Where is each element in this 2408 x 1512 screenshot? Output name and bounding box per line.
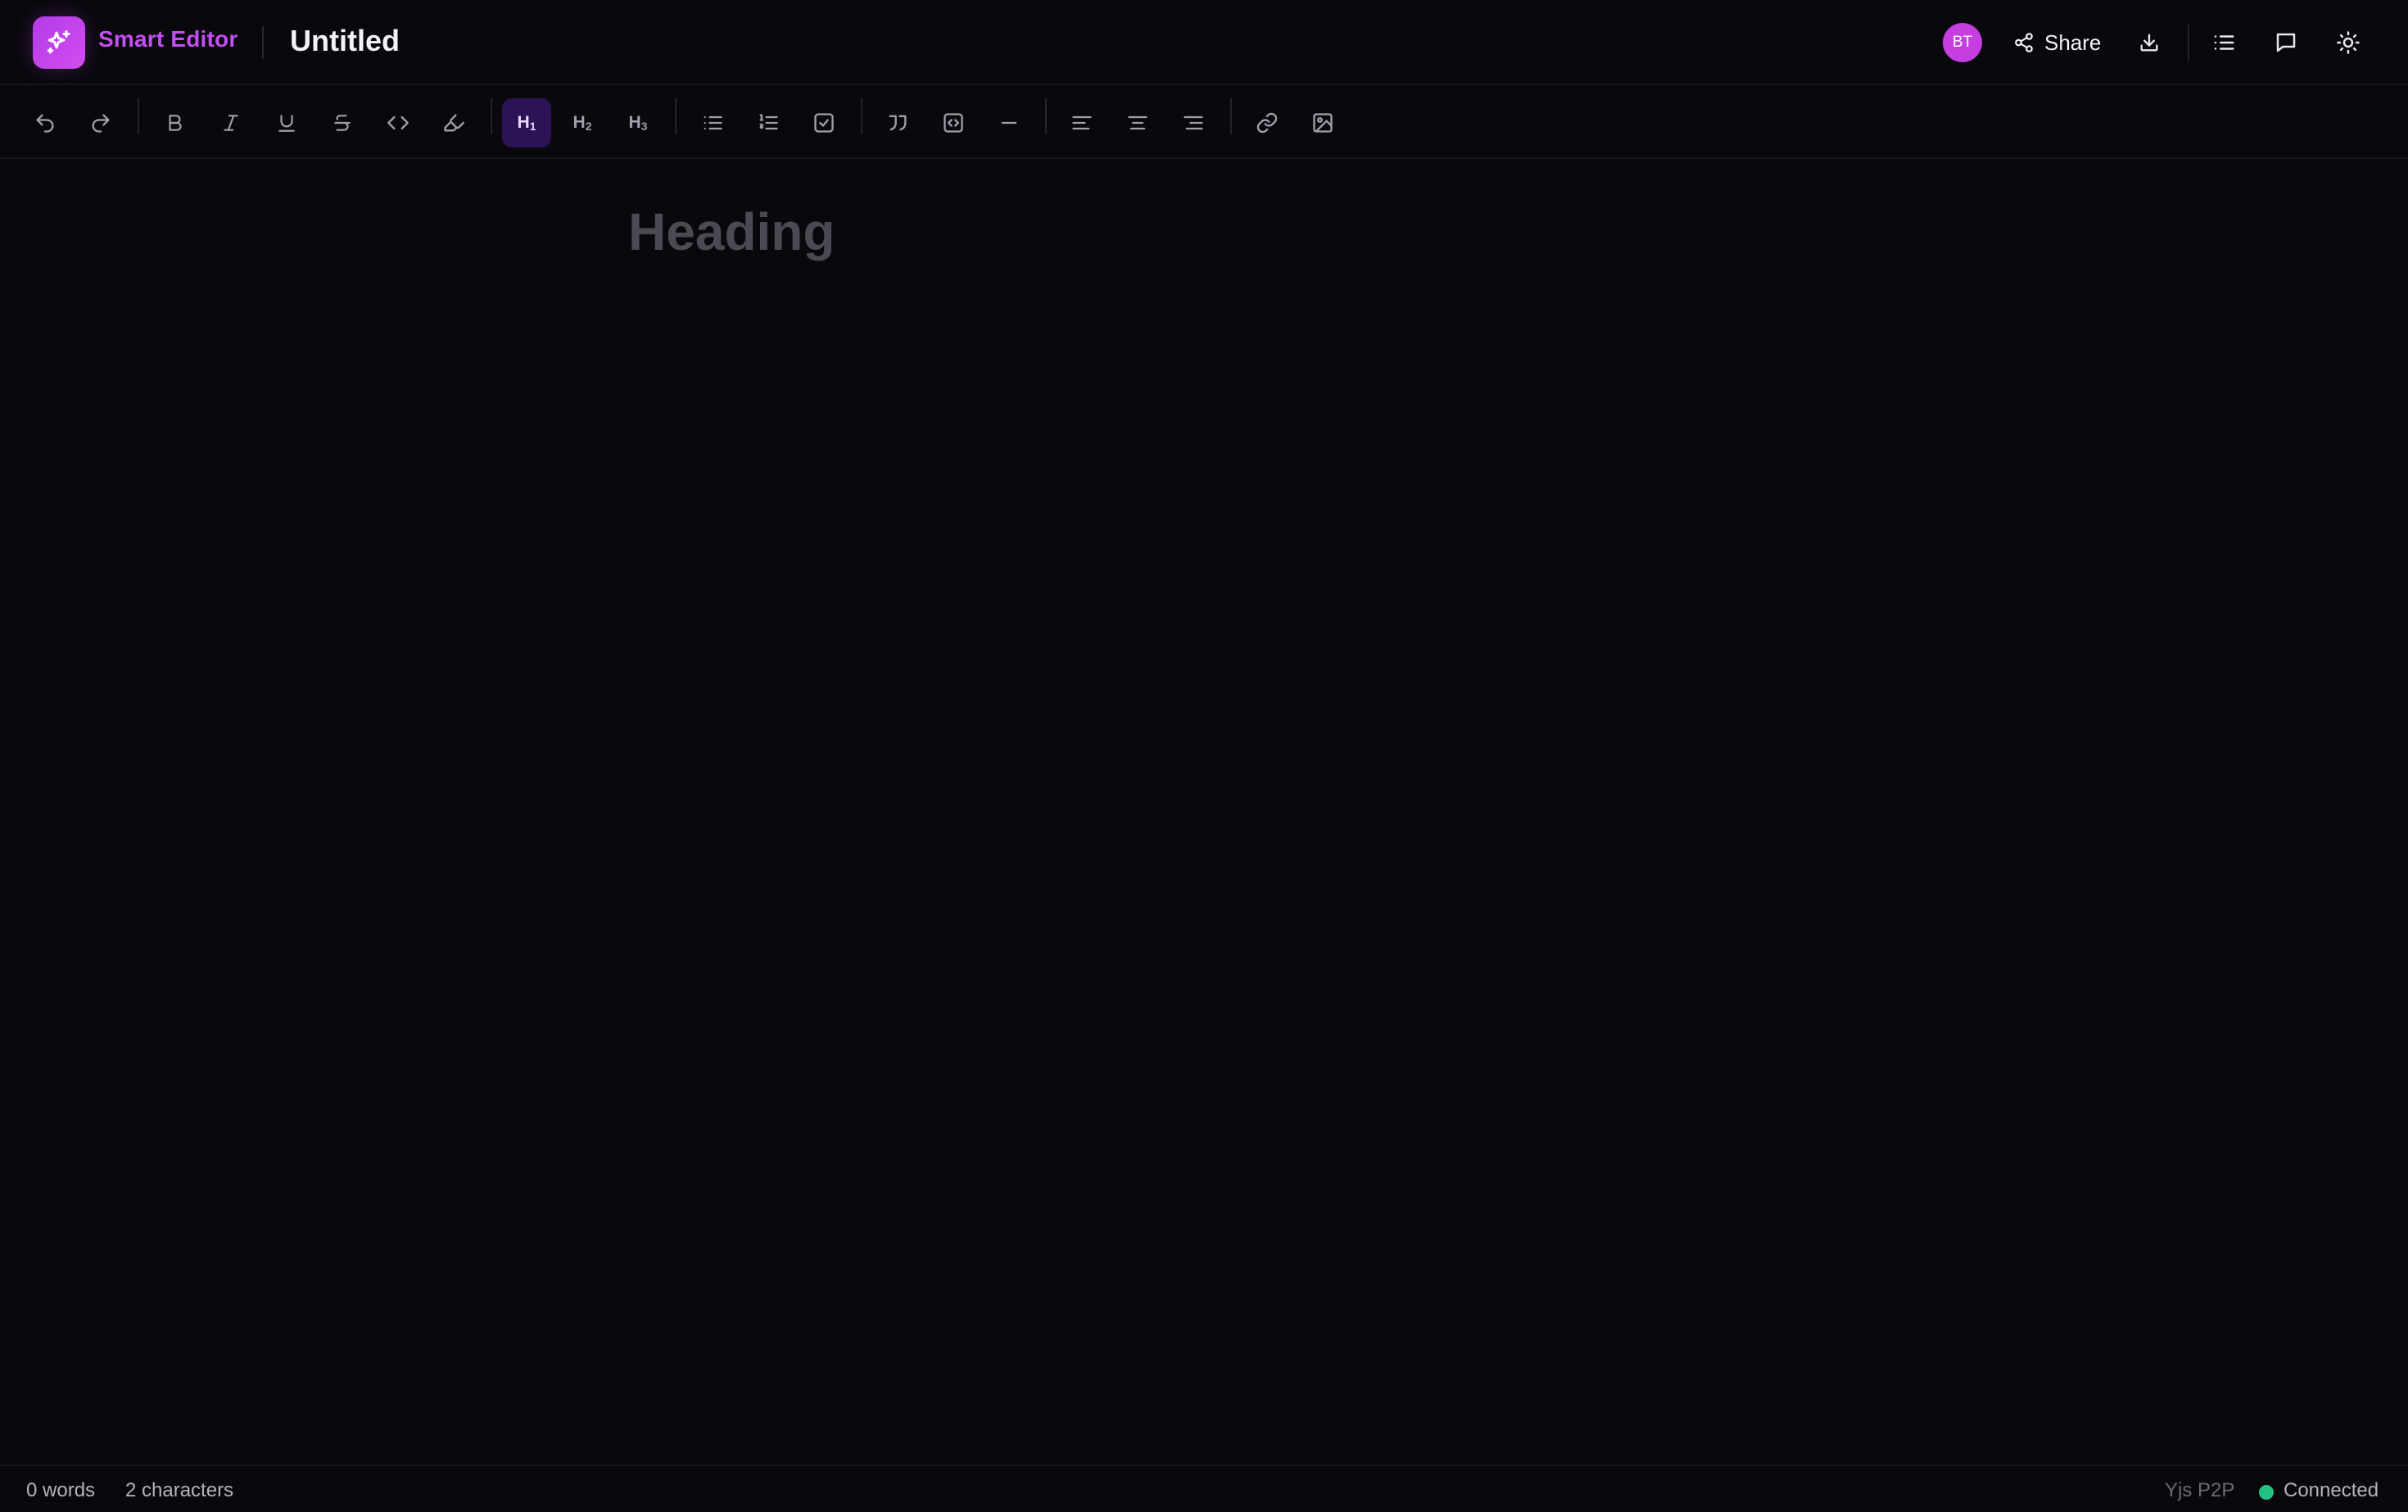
image-button[interactable]: [1298, 98, 1347, 147]
sync-provider: Yjs P2P: [2165, 1479, 2235, 1501]
editor-app: Smart Editor Untitled BT Share H1 H2 H3 …: [0, 0, 2408, 1512]
heading-3-button[interactable]: H3: [613, 98, 663, 147]
code-block-icon: [944, 113, 963, 133]
highlight-icon: [444, 114, 464, 132]
undo-icon: [36, 114, 54, 133]
undo-button[interactable]: [20, 98, 70, 147]
horizontal-rule-icon: [1001, 121, 1017, 124]
outline-button[interactable]: [2204, 23, 2243, 62]
underline-button[interactable]: [262, 98, 311, 147]
character-count: 2 characters: [125, 1479, 234, 1501]
toolbar-divider: [491, 98, 492, 134]
horizontal-rule-button[interactable]: [984, 98, 1034, 147]
toolbar-divider: [675, 98, 677, 134]
app-logo[interactable]: [33, 16, 85, 69]
italic-button[interactable]: [206, 98, 256, 147]
bullet-list-icon: [704, 115, 722, 130]
code-icon: [387, 115, 409, 130]
link-icon: [1256, 112, 1278, 134]
editor-content[interactable]: Heading: [0, 161, 2408, 1464]
toolbar-divider: [138, 98, 139, 134]
formatting-toolbar: H1 H2 H3: [0, 87, 2408, 159]
comments-button[interactable]: [2266, 23, 2306, 62]
inline-code-button[interactable]: [373, 98, 423, 147]
heading-1-label: H1: [517, 113, 536, 133]
title-divider: [262, 26, 264, 59]
user-avatar[interactable]: BT: [1943, 23, 1982, 62]
align-right-icon: [1184, 115, 1203, 130]
comment-icon: [2276, 33, 2296, 52]
task-list-icon: [814, 113, 834, 133]
code-block-button[interactable]: [929, 98, 978, 147]
image-icon: [1313, 113, 1333, 133]
document-title[interactable]: Untitled: [290, 24, 400, 58]
align-left-icon: [1072, 115, 1092, 130]
download-button[interactable]: [2130, 23, 2169, 62]
redo-button[interactable]: [76, 98, 125, 147]
underline-icon: [278, 115, 295, 132]
link-button[interactable]: [1242, 98, 1292, 147]
align-center-icon: [1128, 115, 1147, 130]
top-bar: Smart Editor Untitled BT Share: [0, 0, 2408, 85]
sparkles-icon: [47, 30, 70, 54]
bold-button[interactable]: [151, 98, 200, 147]
connection-status-dot: [2259, 1485, 2274, 1500]
ordered-list-button[interactable]: [744, 98, 793, 147]
italic-icon: [224, 115, 238, 131]
toolbar-divider: [1230, 98, 1232, 134]
toolbar-divider: [1045, 98, 1047, 134]
heading-2-label: H2: [573, 113, 592, 133]
strikethrough-icon: [334, 115, 351, 131]
strikethrough-button[interactable]: [318, 98, 367, 147]
ordered-list-icon: [759, 114, 778, 130]
blockquote-icon: [889, 115, 907, 131]
header-divider: [2188, 25, 2189, 61]
blockquote-button[interactable]: [873, 98, 922, 147]
task-list-button[interactable]: [799, 98, 849, 147]
heading-2-button[interactable]: H2: [558, 98, 607, 147]
share-icon: [2015, 33, 2033, 52]
brand-name: Smart Editor: [98, 26, 238, 52]
sun-icon: [2337, 31, 2360, 54]
outline-list-icon: [2214, 35, 2234, 50]
heading-3-label: H3: [628, 113, 648, 133]
toolbar-divider: [861, 98, 862, 134]
status-bar: 0 words 2 characters Yjs P2P Connected: [0, 1464, 2408, 1512]
bold-icon: [169, 115, 182, 131]
heading-1-button[interactable]: H1: [502, 98, 551, 147]
align-right-button[interactable]: [1169, 98, 1218, 147]
share-label: Share: [2044, 29, 2102, 55]
connection-status: Connected: [2284, 1479, 2379, 1501]
share-button[interactable]: Share: [2007, 21, 2107, 64]
word-count: 0 words: [26, 1479, 96, 1501]
align-left-button[interactable]: [1057, 98, 1107, 147]
heading-placeholder[interactable]: Heading: [628, 201, 835, 262]
align-center-button[interactable]: [1113, 98, 1162, 147]
bullet-list-button[interactable]: [688, 98, 737, 147]
theme-toggle-button[interactable]: [2329, 23, 2368, 62]
redo-icon: [92, 114, 110, 133]
download-icon: [2140, 34, 2158, 52]
highlight-button[interactable]: [429, 98, 478, 147]
